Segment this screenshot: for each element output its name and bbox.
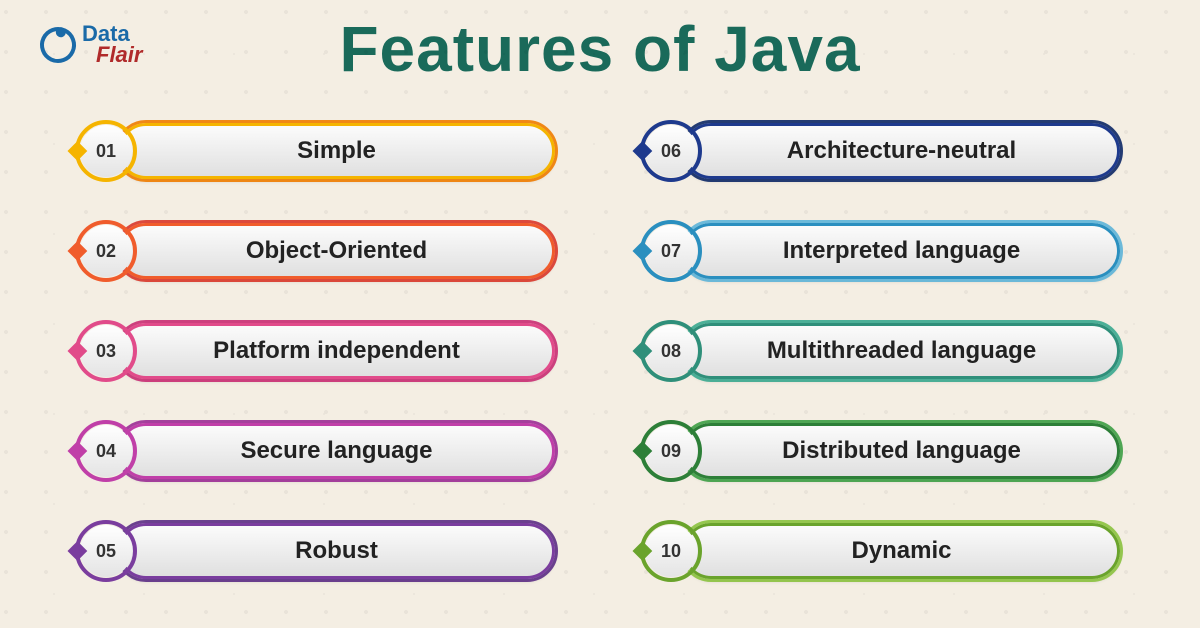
feature-item: 09 Distributed language <box>645 416 1120 486</box>
feature-label: Object-Oriented <box>246 237 427 265</box>
feature-item: 10 Dynamic <box>645 516 1120 586</box>
feature-label: Architecture-neutral <box>787 137 1016 165</box>
logo-icon <box>35 22 81 68</box>
feature-pill: 09 Distributed language <box>683 423 1120 479</box>
feature-label: Secure language <box>240 437 432 465</box>
feature-number-badge: 09 <box>645 425 697 477</box>
feature-item: 08 Multithreaded language <box>645 316 1120 386</box>
feature-pill: 05 Robust <box>118 523 555 579</box>
feature-pill: 02 Object-Oriented <box>118 223 555 279</box>
feature-item: 05 Robust <box>80 516 555 586</box>
feature-number-badge: 04 <box>80 425 132 477</box>
feature-number-badge: 10 <box>645 525 697 577</box>
feature-item: 02 Object-Oriented <box>80 216 555 286</box>
feature-label: Robust <box>295 537 378 565</box>
feature-item: 07 Interpreted language <box>645 216 1120 286</box>
feature-label: Distributed language <box>782 437 1021 465</box>
feature-pill: 04 Secure language <box>118 423 555 479</box>
feature-pill: 07 Interpreted language <box>683 223 1120 279</box>
feature-label: Multithreaded language <box>767 337 1036 365</box>
feature-number-badge: 07 <box>645 225 697 277</box>
feature-number-badge: 08 <box>645 325 697 377</box>
feature-number-badge: 05 <box>80 525 132 577</box>
feature-label: Dynamic <box>851 537 951 565</box>
feature-number-badge: 01 <box>80 125 132 177</box>
feature-label: Interpreted language <box>783 237 1020 265</box>
brand-logo: Data Flair <box>40 24 142 66</box>
feature-item: 04 Secure language <box>80 416 555 486</box>
feature-pill: 10 Dynamic <box>683 523 1120 579</box>
feature-item: 06 Architecture-neutral <box>645 116 1120 186</box>
feature-pill: 06 Architecture-neutral <box>683 123 1120 179</box>
page-title: Features of Java <box>0 0 1200 86</box>
feature-label: Simple <box>297 137 376 165</box>
feature-label: Platform independent <box>213 337 460 365</box>
feature-pill: 01 Simple <box>118 123 555 179</box>
feature-pill: 08 Multithreaded language <box>683 323 1120 379</box>
features-grid: 01 Simple 02 Object-Oriented 03 Platform… <box>0 86 1200 586</box>
feature-item: 03 Platform independent <box>80 316 555 386</box>
logo-text: Data Flair <box>82 24 142 66</box>
feature-number-badge: 02 <box>80 225 132 277</box>
feature-number-badge: 03 <box>80 325 132 377</box>
logo-line-2: Flair <box>82 45 142 66</box>
feature-item: 01 Simple <box>80 116 555 186</box>
feature-pill: 03 Platform independent <box>118 323 555 379</box>
feature-number-badge: 06 <box>645 125 697 177</box>
